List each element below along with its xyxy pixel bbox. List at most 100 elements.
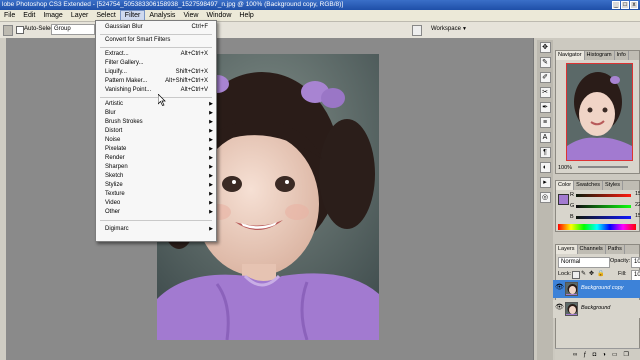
menu-item-liquify[interactable]: Liquify... Shift+Ctrl+X [96,68,216,77]
submenu-arrow-icon: ▶ [209,191,213,197]
tab-histogram[interactable]: Histogram [585,51,615,60]
visibility-eye-icon[interactable]: 👁 [555,304,564,311]
link-layers-icon[interactable]: ∞ [573,352,577,358]
channel-r-label: R [570,192,574,198]
foreground-color-swatch[interactable] [558,194,569,205]
character-icon[interactable]: A [539,132,551,143]
menu-item-filter-gallery[interactable]: Filter Gallery... [96,59,216,68]
color-spectrum-ramp[interactable] [558,224,636,230]
layer-row-background[interactable]: 👁 Background [553,300,640,318]
paragraph-icon[interactable]: ¶ [539,147,551,158]
layer-row-background-copy[interactable]: 👁 Background copy [553,280,640,298]
adjustment-layer-icon[interactable]: ◑ [602,352,606,358]
color-tabs: Color Swatches Styles [556,181,639,190]
menu-item-vanishing-point[interactable]: Vanishing Point... Alt+Ctrl+V [96,86,216,95]
layer-name[interactable]: Background copy [581,285,624,291]
menu-item-noise[interactable]: Noise ▶ [96,136,216,145]
navigator-thumbnail[interactable] [566,63,633,161]
menu-item-pixelate[interactable]: Pixelate ▶ [96,145,216,154]
menu-item-blur[interactable]: Blur ▶ [96,109,216,118]
new-layer-icon[interactable]: ❐ [624,351,629,358]
menu-item-distort[interactable]: Distort ▶ [96,127,216,136]
channel-r-value[interactable]: 15 [635,191,640,197]
brush-icon[interactable]: ✐ [539,72,551,83]
actions-icon[interactable]: ▸ [539,177,551,188]
filter-menu-dropdown: Gaussian Blur Ctrl+F Convert for Smart F… [95,20,217,242]
menu-item-pattern-maker[interactable]: Pattern Maker... Alt+Shift+Ctrl+X [96,77,216,86]
close-button[interactable]: x [630,1,638,9]
menu-file[interactable]: File [0,10,19,21]
workspace-button[interactable]: Workspace [431,25,461,34]
menu-separator [100,220,212,221]
menu-item-sharpen[interactable]: Sharpen ▶ [96,163,216,172]
menu-item-render[interactable]: Render ▶ [96,154,216,163]
menu-item-sketch[interactable]: Sketch ▶ [96,172,216,181]
menu-item-artistic[interactable]: Artistic ▶ [96,100,216,109]
channel-g-slider[interactable] [576,205,631,208]
history-icon[interactable]: ✎ [539,57,551,68]
lock-transparent-icon[interactable] [572,271,580,279]
lock-position-icon[interactable]: ✥ [589,271,594,277]
menu-edit[interactable]: Edit [19,10,39,21]
submenu-arrow-icon: ▶ [209,155,213,161]
collapsed-panel-icons: ✥ ✎ ✐ ✂ ✒ ≡ A ¶ ◐ ▸ ◎ [537,40,553,360]
palette-well-icon[interactable] [412,25,422,36]
tab-paths[interactable]: Paths [606,245,625,254]
new-group-icon[interactable]: ▭ [612,351,618,358]
navigator-tabs: Navigator Histogram Info [556,51,639,60]
menu-item-convert-smart-filters[interactable]: Convert for Smart Filters [96,36,216,45]
add-mask-icon[interactable]: ◘ [593,352,597,358]
workspace-chevron-down-icon[interactable]: ▼ [462,25,467,34]
menu-separator [100,97,212,98]
visibility-eye-icon[interactable]: 👁 [555,284,564,291]
menu-item-other[interactable]: Other ▶ [96,208,216,217]
menu-separator [100,47,212,48]
channel-b-label: B [570,214,574,220]
clone-source-icon[interactable]: ◎ [539,192,551,203]
tab-swatches[interactable]: Swatches [574,181,604,190]
opacity-input[interactable]: 10 [631,257,640,268]
tab-color[interactable]: Color [556,181,575,190]
layers-tabs: Layers Channels Paths [556,245,639,254]
menu-item-video[interactable]: Video ▶ [96,199,216,208]
menu-help[interactable]: Help [235,10,257,21]
tab-channels[interactable]: Channels [578,245,606,254]
channel-g-value[interactable]: 22 [635,202,640,208]
navigator-zoom-value[interactable]: 100% [558,165,572,171]
navigator-zoom-slider[interactable] [578,166,628,168]
channel-b-value[interactable]: 15 [635,213,640,219]
auto-select-group-dropdown[interactable]: Group [51,24,95,35]
submenu-arrow-icon: ▶ [209,146,213,152]
gradient-icon[interactable]: ◐ [539,162,551,173]
tab-navigator[interactable]: Navigator [556,51,585,60]
menu-separator [100,34,212,35]
tab-styles[interactable]: Styles [603,181,623,190]
menu-item-extract[interactable]: Extract... Alt+Ctrl+X [96,50,216,59]
lock-paint-icon[interactable]: ✎ [581,271,586,277]
menu-item-texture[interactable]: Texture ▶ [96,190,216,199]
blend-mode-dropdown[interactable]: Normal [558,257,610,268]
menu-item-gaussian-blur[interactable]: Gaussian Blur Ctrl+F [96,23,216,32]
submenu-arrow-icon: ▶ [209,137,213,143]
menu-item-digimarc[interactable]: Digimarc ▶ [96,225,216,234]
lock-all-icon[interactable]: 🔒 [597,271,604,277]
menu-item-stylize[interactable]: Stylize ▶ [96,181,216,190]
move-icon[interactable]: ✥ [539,42,551,53]
menu-item-brush-strokes[interactable]: Brush Strokes ▶ [96,118,216,127]
minimize-button[interactable]: _ [612,1,620,9]
layer-style-icon[interactable]: ƒ [583,352,586,358]
tab-layers[interactable]: Layers [556,245,578,254]
menu-image[interactable]: Image [39,10,66,21]
auto-select-checkbox[interactable] [16,26,24,34]
tool-presets-icon[interactable]: ✂ [539,87,551,98]
maximize-button[interactable]: □ [621,1,629,9]
layer-name[interactable]: Background [581,305,610,311]
move-tool-icon[interactable] [3,25,13,36]
tab-info[interactable]: Info [615,51,629,60]
info-icon[interactable]: ≡ [539,117,551,128]
eyedropper-icon[interactable]: ✒ [539,102,551,113]
channel-b-slider[interactable] [576,216,631,219]
layer-thumbnail [565,302,578,316]
channel-r-slider[interactable] [576,194,631,197]
menu-layer[interactable]: Layer [67,10,93,21]
